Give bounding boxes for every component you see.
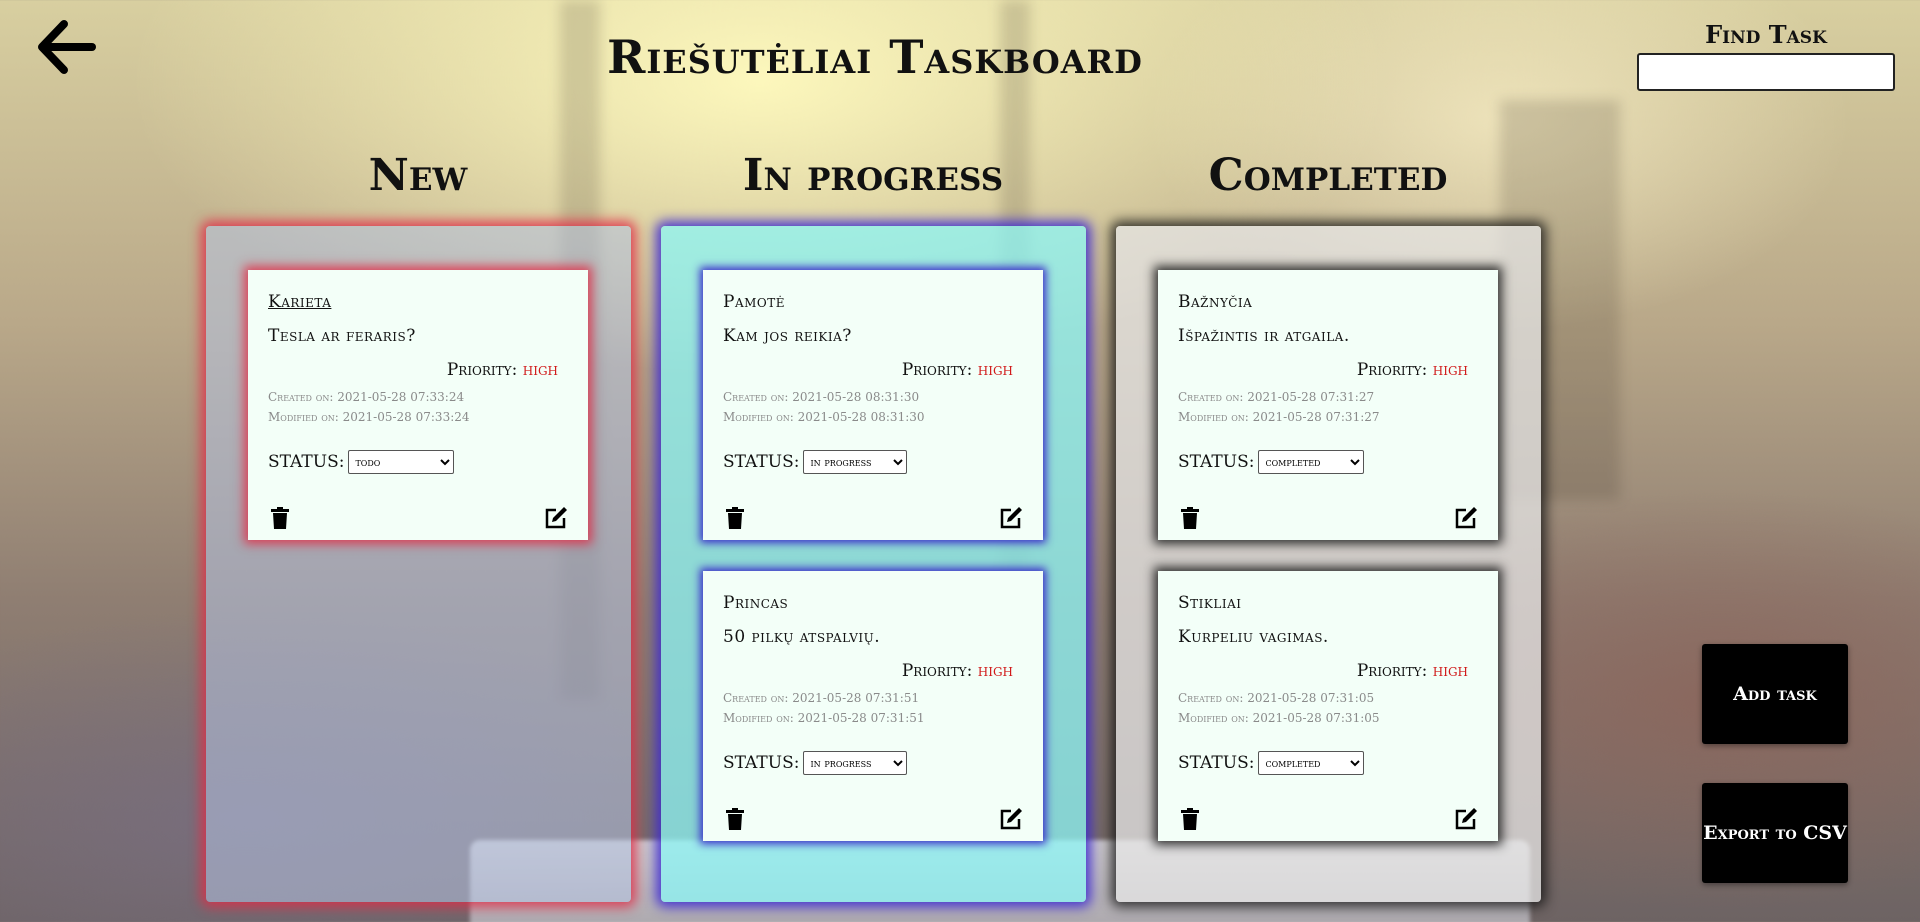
status-label: STATUS:: [1178, 753, 1255, 773]
priority-row: Priority: high: [723, 661, 1023, 681]
priority-value: high: [1432, 661, 1468, 681]
export-csv-button[interactable]: Export to CSV: [1702, 783, 1848, 883]
task-card: Stikliai Kurpeliu vagimas. Priority: hig…: [1158, 571, 1498, 841]
card-actions: [723, 807, 1023, 831]
task-card: Karieta Tesla ar feraris? Priority: high…: [248, 270, 588, 540]
task-card: Princas 50 pilkų atspalvių. Priority: hi…: [703, 571, 1043, 841]
trash-icon[interactable]: [723, 506, 747, 530]
trash-icon[interactable]: [268, 506, 292, 530]
task-card: Bažnyčia Išpažintis ir atgaila. Priority…: [1158, 270, 1498, 540]
task-title[interactable]: Karieta: [268, 292, 331, 312]
priority-value: high: [977, 661, 1013, 681]
status-select[interactable]: completed: [1258, 450, 1365, 474]
priority-label: Priority:: [446, 360, 518, 380]
edit-icon[interactable]: [544, 506, 568, 530]
modified-date: Modified on: 2021-05-28 07:31:05: [1178, 711, 1380, 725]
find-task-group: Find Task: [1637, 20, 1895, 91]
priority-row: Priority: high: [1178, 360, 1478, 380]
created-date: Created on: 2021-05-28 07:33:24: [268, 390, 465, 404]
column-title-in-progress: In progress: [742, 150, 1004, 201]
task-description: Išpažintis ir atgaila.: [1178, 326, 1350, 346]
created-date: Created on: 2021-05-28 07:31:27: [1178, 390, 1375, 404]
edit-icon[interactable]: [1454, 807, 1478, 831]
status-row: STATUS: completed: [1178, 751, 1478, 775]
task-card: Pamotė Kam jos reikia? Priority: high Cr…: [703, 270, 1043, 540]
status-row: STATUS: in progress: [723, 450, 1023, 474]
modified-date: Modified on: 2021-05-28 08:31:30: [723, 410, 925, 424]
created-date: Created on: 2021-05-28 07:31:05: [1178, 691, 1375, 705]
status-select[interactable]: todo: [348, 450, 455, 474]
find-task-label: Find Task: [1705, 20, 1827, 49]
task-title[interactable]: Stikliai: [1178, 593, 1241, 613]
status-row: STATUS: in progress: [723, 751, 1023, 775]
priority-label: Priority:: [901, 360, 973, 380]
status-label: STATUS:: [268, 452, 345, 472]
column-completed: Bažnyčia Išpažintis ir atgaila. Priority…: [1116, 226, 1541, 902]
priority-row: Priority: high: [723, 360, 1023, 380]
card-actions: [1178, 807, 1478, 831]
trash-icon[interactable]: [723, 807, 747, 831]
modified-date: Modified on: 2021-05-28 07:31:27: [1178, 410, 1380, 424]
status-select[interactable]: in progress: [803, 751, 908, 775]
priority-value: high: [522, 360, 558, 380]
status-label: STATUS:: [723, 452, 800, 472]
task-description: Tesla ar feraris?: [268, 326, 416, 346]
priority-value: high: [977, 360, 1013, 380]
status-select[interactable]: in progress: [803, 450, 908, 474]
modified-date: Modified on: 2021-05-28 07:33:24: [268, 410, 470, 424]
trash-icon[interactable]: [1178, 807, 1202, 831]
add-task-button[interactable]: Add task: [1702, 644, 1848, 744]
find-task-input[interactable]: [1637, 53, 1895, 91]
card-actions: [723, 506, 1023, 530]
priority-label: Priority:: [1356, 661, 1428, 681]
column-in-progress: Pamotė Kam jos reikia? Priority: high Cr…: [661, 226, 1086, 902]
edit-icon[interactable]: [1454, 506, 1478, 530]
priority-label: Priority:: [901, 661, 973, 681]
page-title: Riešutėliai Taskboard: [607, 30, 1143, 84]
priority-label: Priority:: [1356, 360, 1428, 380]
status-select[interactable]: completed: [1258, 751, 1365, 775]
task-description: 50 pilkų atspalvių.: [723, 627, 881, 647]
trash-icon[interactable]: [1178, 506, 1202, 530]
task-title[interactable]: Princas: [723, 593, 788, 613]
task-title[interactable]: Pamotė: [723, 292, 785, 312]
task-title[interactable]: Bažnyčia: [1178, 292, 1252, 312]
status-label: STATUS:: [1178, 452, 1255, 472]
task-description: Kam jos reikia?: [723, 326, 852, 346]
priority-row: Priority: high: [1178, 661, 1478, 681]
created-date: Created on: 2021-05-28 07:31:51: [723, 691, 920, 705]
status-row: STATUS: completed: [1178, 450, 1478, 474]
column-new: Karieta Tesla ar feraris? Priority: high…: [206, 226, 631, 902]
card-actions: [1178, 506, 1478, 530]
status-label: STATUS:: [723, 753, 800, 773]
status-row: STATUS: todo: [268, 450, 568, 474]
edit-icon[interactable]: [999, 506, 1023, 530]
column-title-completed: Completed: [1208, 150, 1448, 201]
modified-date: Modified on: 2021-05-28 07:31:51: [723, 711, 925, 725]
task-description: Kurpeliu vagimas.: [1178, 627, 1329, 647]
priority-row: Priority: high: [268, 360, 568, 380]
card-actions: [268, 506, 568, 530]
priority-value: high: [1432, 360, 1468, 380]
created-date: Created on: 2021-05-28 08:31:30: [723, 390, 920, 404]
column-title-new: New: [368, 150, 468, 201]
edit-icon[interactable]: [999, 807, 1023, 831]
